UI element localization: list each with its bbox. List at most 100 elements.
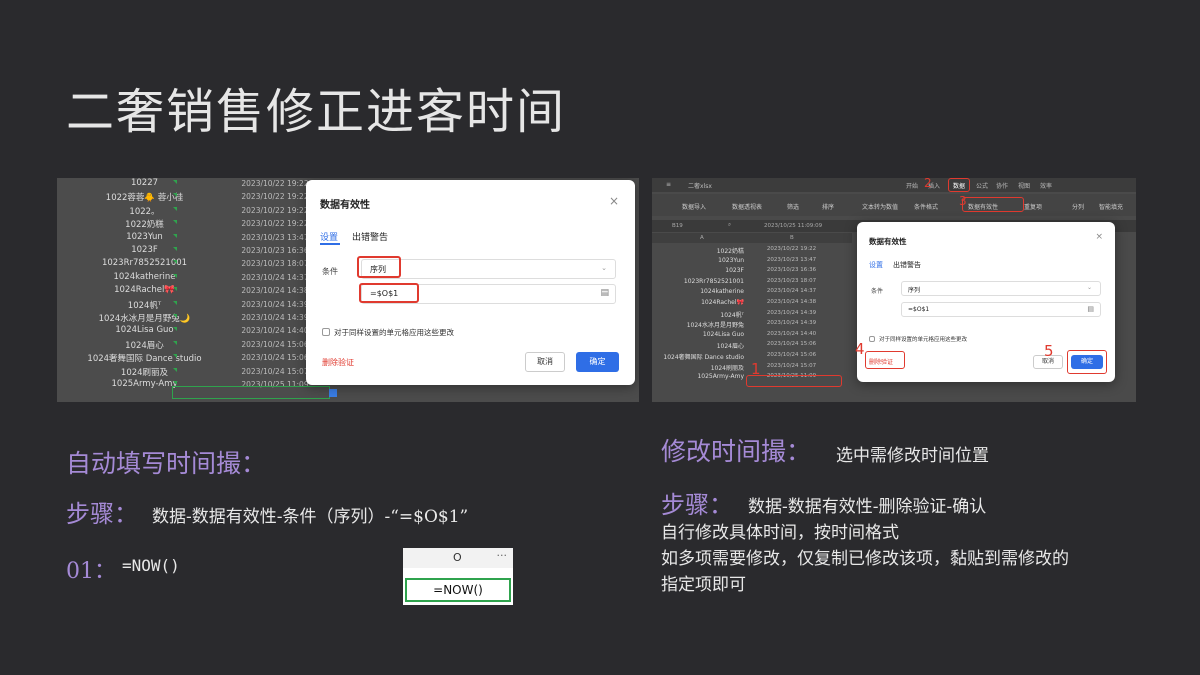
checkbox-label: 对于同样设置的单元格应用这些更改 [879,337,968,343]
row-time: 2023/10/23 13:47 [766,256,817,263]
toolbar: 数据导入 数据透视表 筛选 排序 文本转为数值 条件格式 数据有效性 重复项 分… [652,194,1136,216]
range-picker-icon[interactable]: ▤ [1087,305,1094,313]
checkbox-icon[interactable] [322,328,330,336]
row-time: 2023/10/23 16:36 [766,267,817,274]
highlight-box [865,351,905,369]
highlight-box [359,283,419,303]
validation-marker-icon [173,180,177,184]
row-name: 1024水冰月是月野兔🌙 [98,314,191,324]
row-time: 2023/10/22 19:22 [766,246,817,252]
toolbar-item[interactable]: 智能填充 [1099,202,1123,211]
row-name: 1024眉心 [716,343,744,351]
instruction-line-3: 指定项即可 [661,575,746,595]
table-row[interactable]: 1024Lisa Guo 2023/10/24 14:40 [652,331,852,342]
validation-marker-icon [173,327,177,332]
table-row[interactable]: 1024katherine 2023/10/24 14:37 [652,288,852,299]
validation-marker-icon [173,220,177,225]
tab-error-warning[interactable]: 出错警告 [352,230,388,243]
search-icon[interactable]: ⌕ [728,222,731,229]
more-icon[interactable]: ··· [497,549,508,562]
validation-marker-icon [173,367,177,372]
menu-item[interactable]: 效率 [1040,181,1052,190]
formula-input[interactable]: =$O$1 ▤ [901,302,1101,317]
column-label: O [453,551,462,564]
row-name: 1024刷丽及 [120,367,169,378]
table-row[interactable]: 1024水冰月是月野兔 2023/10/24 14:39 [652,320,852,331]
apply-checkbox[interactable]: 对于同样设置的单元格应用这些更改 [869,335,967,343]
row-name: 10227 [130,178,159,188]
ok-button[interactable]: 确定 [576,352,619,372]
auto-fill-heading: 自动填写时间撮： [66,449,267,478]
menu-item[interactable]: 视图 [1018,181,1030,190]
slide-title: 二奢销售修正进客时间 [66,84,567,140]
menu-item[interactable]: 公式 [976,181,988,190]
tab-error-warning[interactable]: 出错警告 [893,260,921,270]
formula-cell[interactable]: =NOW() [405,578,511,602]
condition-label: 条件 [322,267,338,276]
row-name: 1024水冰月是月野兔 [686,322,744,330]
tab-settings[interactable]: 设置 [320,230,338,243]
row-time: 2023/10/24 14:39 [766,320,817,327]
toolbar-item[interactable]: 筛选 [787,202,799,211]
tab-settings[interactable]: 设置 [869,260,883,270]
apply-checkbox[interactable]: 对于同样设置的单元格应用这些更改 [322,327,454,338]
step-number-4: 4 [855,340,865,358]
delete-validation-link[interactable]: 删除验证 [322,357,354,368]
row-time: 2023/10/24 14:39 [766,309,817,316]
menu-item[interactable]: 协作 [996,181,1008,190]
table-row[interactable]: 1023Rr7852521001 2023/10/23 18:07 [652,278,852,289]
instruction-line-1: 自行修改具体时间，按时间格式 [661,523,899,543]
toolbar-item[interactable]: 排序 [822,202,834,211]
item-label: 01： [66,559,116,584]
row-name: 1022蓉蓉🐥 蓉小桂 [105,193,184,204]
table-row[interactable]: 1024眉心 2023/10/24 15:06 [652,341,852,352]
left-screenshot: 10227 2023/10/22 19:22 1022蓉蓉🐥 蓉小桂 2023/10/… [57,178,639,402]
close-icon[interactable]: × [1095,232,1103,242]
dropdown-handle[interactable] [329,389,337,397]
toolbar-item[interactable]: 分列 [1072,202,1084,211]
row-name: 1025Army-Amy [697,373,744,381]
validation-marker-icon [173,233,177,238]
row-name: 1024Lisa Guo [702,330,744,338]
table-row[interactable]: 1023F 2023/10/23 16:36 [652,267,852,278]
highlight-box [962,197,1024,212]
checkbox-label: 对于同样设置的单元格应用这些更改 [334,328,454,337]
selected-cell[interactable] [172,386,330,399]
toolbar-item[interactable]: 重复项 [1024,202,1042,211]
toolbar-item[interactable]: 数据导入 [682,202,706,211]
cancel-button[interactable]: 取消 [525,352,565,372]
checkbox-icon[interactable] [869,336,875,342]
toolbar-item[interactable]: 数据透视表 [732,202,762,211]
modify-note: 选中需修改时间位置 [836,446,989,466]
table-row[interactable]: 1024Rachel🎀 2023/10/24 14:38 [652,299,852,310]
row-name: 1024奢舞国际 Dance studio [663,354,744,361]
row-name: 1024奢舞国际 Dance studio [87,354,202,365]
step-number-5: 5 [1044,342,1054,360]
now-formula-example: O ··· =NOW() [403,548,513,605]
row-name: 1024帆ᵀ [720,311,744,319]
table-row[interactable]: 1022奶糕 2023/10/22 19:22 [652,246,852,257]
range-picker-icon[interactable]: ▤ [600,288,609,298]
tab-indicator [320,243,340,245]
menu-icon[interactable]: ≡ [666,181,671,188]
row-name: 1022。 [129,206,160,217]
highlight-box [1067,350,1107,374]
chevron-down-icon: ⌄ [601,264,607,272]
highlight-box [948,178,970,192]
row-time: 2023/10/24 14:37 [766,288,817,295]
column-b-header[interactable]: B [790,235,794,241]
condition-select[interactable]: 序列 ⌄ [901,281,1101,296]
toolbar-item[interactable]: 文本转为数值 [862,202,898,211]
row-name: 1024Rachel🎀 [114,285,175,296]
table-row[interactable]: 1023Yun 2023/10/23 13:47 [652,257,852,268]
toolbar-item[interactable]: 条件格式 [914,202,938,211]
row-name: 1022奶糕 [125,220,164,231]
row-name: 1023Rr7852521001 [101,258,188,269]
steps-text-right: 数据-数据有效性-删除验证-确认 [748,497,987,517]
menu-item[interactable]: 开始 [906,181,918,190]
column-a-header[interactable]: A [700,235,704,241]
row-name: 1024帆ᵀ [127,300,162,311]
step-number-3: 3 [959,194,967,208]
table-row[interactable]: 1024帆ᵀ 2023/10/24 14:39 [652,310,852,321]
close-icon[interactable]: × [609,194,619,208]
